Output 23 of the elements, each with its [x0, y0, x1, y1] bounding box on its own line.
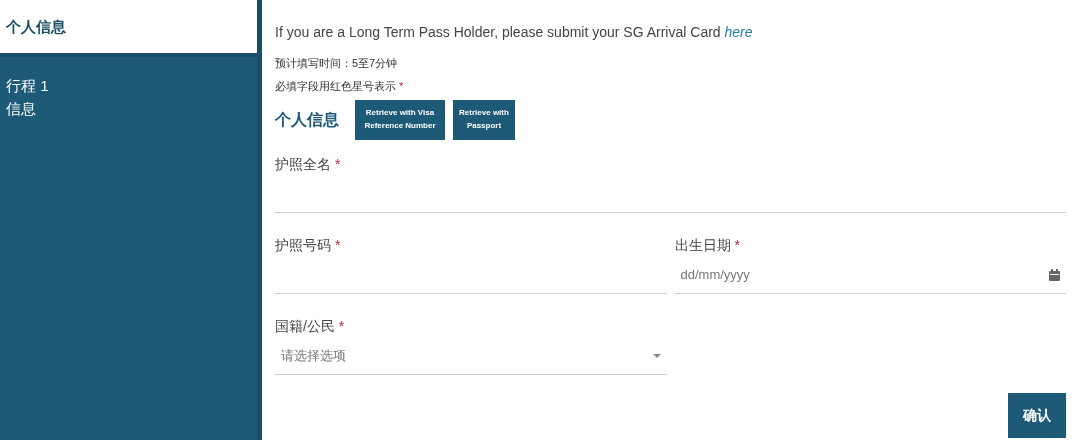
- here-link[interactable]: here: [724, 24, 753, 40]
- sidebar-item[interactable]: 个人信息: [0, 0, 257, 57]
- field-label: 护照全名: [275, 156, 331, 172]
- retrieve-button[interactable]: Retrieve with Visa Reference Number: [355, 100, 445, 140]
- retrieve-button[interactable]: Retrieve with Passport: [453, 100, 515, 140]
- sidebar-item[interactable]: 行程 1 信息: [0, 57, 257, 136]
- required-mark: *: [734, 237, 740, 253]
- field-label: 护照号码: [275, 237, 331, 253]
- field-label: 国籍/公民: [275, 318, 335, 334]
- note-text: 预计填写时间：5至7分钟: [275, 57, 398, 69]
- required-mark: *: [399, 79, 404, 92]
- select-field[interactable]: 请选择选项: [275, 337, 667, 375]
- confirm-button[interactable]: 确认: [1008, 393, 1066, 438]
- required-mark: *: [338, 318, 345, 334]
- required-mark: *: [334, 237, 341, 253]
- calendar-icon[interactable]: [1049, 268, 1060, 281]
- caret-icon: [652, 353, 661, 358]
- note-text: 必填字段用红色星号表示: [275, 79, 396, 92]
- date-field[interactable]: dd/mm/yyyy: [674, 256, 1066, 294]
- notice-text: If you are a Long Term Pass Holder, please submit your SG Arrival Card here: [275, 23, 754, 42]
- field-label: 出生日期: [674, 237, 731, 253]
- required-mark: *: [334, 156, 341, 172]
- section-title: 个人信息: [275, 110, 339, 130]
